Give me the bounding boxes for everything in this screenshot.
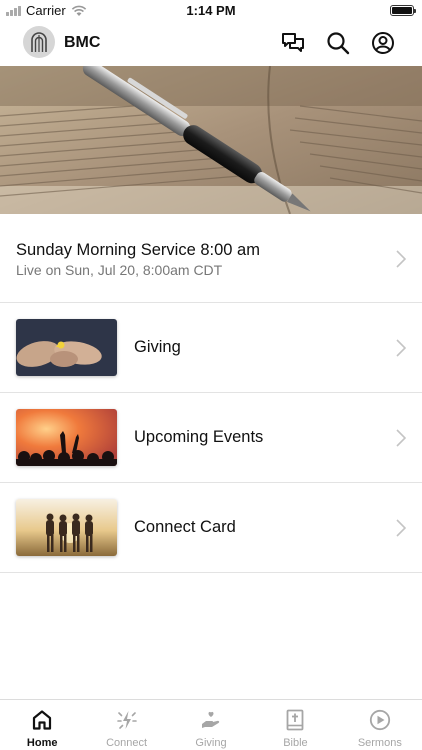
chevron-right-icon [396, 519, 406, 537]
home-icon [33, 710, 52, 730]
church-arch-icon [31, 32, 47, 52]
tab-label: Sermons [357, 737, 402, 749]
connect-icon [116, 711, 137, 729]
status-time: 1:14 PM [186, 3, 236, 18]
chevron-right-icon [396, 429, 406, 447]
hero-banner-image [0, 66, 422, 214]
app-name: BMC [64, 34, 101, 51]
list-item-upcoming-events[interactable]: Upcoming Events [0, 393, 422, 483]
tab-connect[interactable]: Connect [84, 700, 168, 750]
row-label: Connect Card [134, 518, 236, 536]
chevron-right-icon [396, 250, 406, 268]
tab-label: Giving [195, 737, 227, 749]
tab-bible[interactable]: Bible [253, 700, 337, 750]
tab-label: Home [26, 737, 58, 749]
row-label: Upcoming Events [134, 428, 264, 446]
list-item-giving[interactable]: Giving [0, 303, 422, 393]
app-header: BMC [0, 22, 422, 66]
events-thumbnail [16, 409, 117, 466]
service-subtitle: Live on Sun, Jul 20, 8:00am CDT [16, 262, 223, 278]
chat-icon[interactable] [280, 30, 306, 56]
church-logo[interactable] [23, 26, 55, 58]
tab-home[interactable]: Home [0, 700, 84, 750]
service-title: Sunday Morning Service 8:00 am [16, 241, 260, 259]
tab-label: Bible [283, 737, 308, 749]
status-bar: Carrier 1:14 PM [0, 0, 422, 22]
tab-label: Connect [106, 737, 148, 749]
list-item-connect-card[interactable]: Connect Card [0, 483, 422, 573]
giving-thumbnail [16, 319, 117, 376]
tab-sermons[interactable]: Sermons [338, 700, 422, 750]
bible-icon [287, 709, 304, 731]
play-icon [369, 709, 390, 731]
tab-bar: Home Connect Giving Bible Sermons [0, 699, 422, 750]
row-label: Giving [134, 338, 181, 356]
tab-giving[interactable]: Giving [169, 700, 253, 750]
search-icon[interactable] [325, 30, 351, 56]
battery-icon [390, 5, 416, 16]
chevron-right-icon [396, 339, 406, 357]
profile-icon[interactable] [370, 30, 396, 56]
service-row[interactable]: Sunday Morning Service 8:00 am Live on S… [0, 214, 422, 303]
connect-thumbnail [16, 499, 117, 556]
giving-icon [202, 711, 220, 728]
